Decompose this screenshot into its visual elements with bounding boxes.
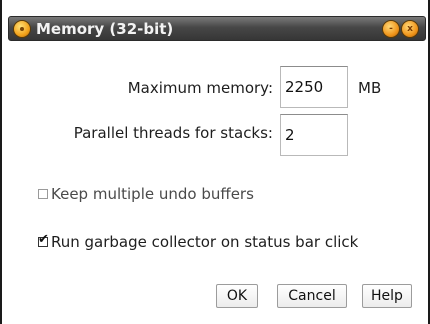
title-bar[interactable]: Memory (32-bit) - x <box>8 16 426 41</box>
run-gc-label: Run garbage collector on status bar clic… <box>51 233 359 251</box>
memory-unit-label: MB <box>358 79 382 97</box>
window-menu-icon-dot <box>20 27 24 31</box>
run-gc-option[interactable]: ✔ Run garbage collector on status bar cl… <box>38 232 358 252</box>
close-icon: x <box>407 24 413 34</box>
cancel-button[interactable]: Cancel <box>277 284 347 308</box>
keep-undo-buffers-option[interactable]: Keep multiple undo buffers <box>38 184 254 204</box>
checkmark-icon: ✔ <box>38 232 49 247</box>
parallel-threads-label: Parallel threads for stacks: <box>73 124 273 142</box>
help-button[interactable]: Help <box>362 284 412 308</box>
memory-dialog: Memory (32-bit) - x Maximum memory: MB P… <box>0 0 430 324</box>
minimize-button[interactable]: - <box>383 21 399 37</box>
keep-undo-buffers-label: Keep multiple undo buffers <box>51 185 254 203</box>
window-menu-icon[interactable] <box>14 21 30 37</box>
ok-button[interactable]: OK <box>216 284 258 308</box>
window-title: Memory (32-bit) <box>36 20 174 38</box>
maximum-memory-label: Maximum memory: <box>127 79 273 97</box>
close-button[interactable]: x <box>402 21 418 37</box>
parallel-threads-input[interactable] <box>280 114 348 156</box>
keep-undo-buffers-checkbox[interactable] <box>38 189 48 199</box>
maximum-memory-input[interactable] <box>280 66 348 108</box>
minimize-icon: - <box>389 24 393 34</box>
run-gc-checkbox[interactable]: ✔ <box>38 233 49 247</box>
